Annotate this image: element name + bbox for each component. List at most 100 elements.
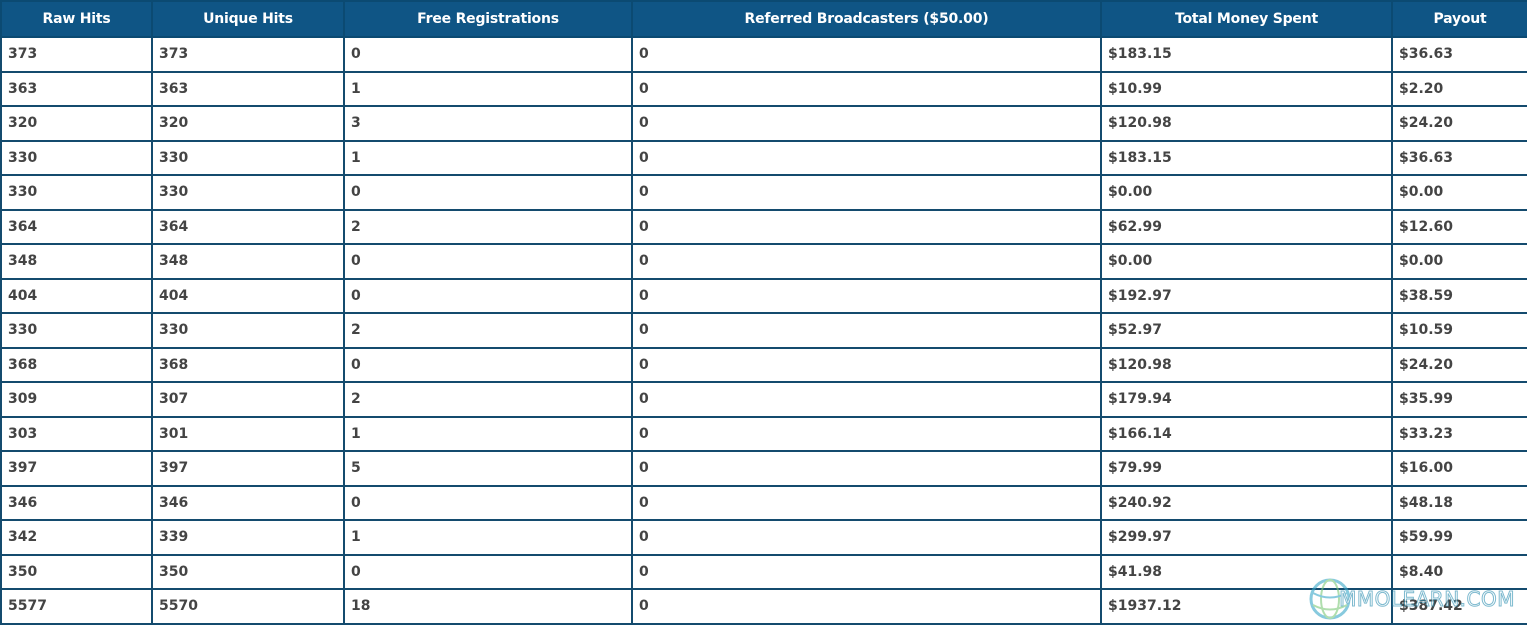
cell-unique-hits: 346 [151, 484, 345, 521]
table-row: 373 373 0 0 $183.15 $36.63 [0, 36, 1527, 73]
cell-raw-hits: 363 [0, 70, 153, 107]
cell-total-money-spent: $10.99 [1100, 70, 1393, 107]
cell-raw-hits: 397 [0, 450, 153, 487]
cell-referred-broadcasters: 0 [631, 450, 1102, 487]
cell-payout: $16.00 [1391, 450, 1527, 487]
cell-total-money-spent: $79.99 [1100, 450, 1393, 487]
cell-raw-hits: 330 [0, 174, 153, 211]
cell-total-money-spent: $0.00 [1100, 243, 1393, 280]
table-row: 330 330 1 0 $183.15 $36.63 [0, 139, 1527, 176]
cell-raw-hits: 330 [0, 139, 153, 176]
cell-raw-hits: 342 [0, 519, 153, 556]
cell-referred-broadcasters: 0 [631, 519, 1102, 556]
cell-unique-hits: 307 [151, 381, 345, 418]
cell-raw-hits: 346 [0, 484, 153, 521]
cell-raw-hits: 348 [0, 243, 153, 280]
cell-total-money-spent: $183.15 [1100, 139, 1393, 176]
cell-referred-broadcasters: 0 [631, 277, 1102, 314]
table-row: 348 348 0 0 $0.00 $0.00 [0, 243, 1527, 280]
table-row: 404 404 0 0 $192.97 $38.59 [0, 277, 1527, 314]
cell-unique-hits: 348 [151, 243, 345, 280]
table-row: 309 307 2 0 $179.94 $35.99 [0, 381, 1527, 418]
table-row: 342 339 1 0 $299.97 $59.99 [0, 519, 1527, 556]
cell-free-registrations: 0 [343, 174, 633, 211]
cell-free-registrations: 1 [343, 415, 633, 452]
table-row: 364 364 2 0 $62.99 $12.60 [0, 208, 1527, 245]
cell-raw-hits: 373 [0, 36, 153, 73]
cell-total-money-spent: $62.99 [1100, 208, 1393, 245]
table-row: 350 350 0 0 $41.98 $8.40 [0, 553, 1527, 590]
cell-unique-hits: 404 [151, 277, 345, 314]
cell-free-registrations: 0 [343, 553, 633, 590]
cell-total-money-spent: $52.97 [1100, 312, 1393, 349]
cell-unique-hits: 363 [151, 70, 345, 107]
cell-unique-hits: 301 [151, 415, 345, 452]
cell-total-money-spent: $0.00 [1100, 174, 1393, 211]
table-row: 363 363 1 0 $10.99 $2.20 [0, 70, 1527, 107]
cell-referred-broadcasters: 0 [631, 381, 1102, 418]
cell-payout: $24.20 [1391, 105, 1527, 142]
cell-unique-hits: 330 [151, 174, 345, 211]
table-row: 320 320 3 0 $120.98 $24.20 [0, 105, 1527, 142]
cell-unique-hits: 350 [151, 553, 345, 590]
cell-total-money-spent: $192.97 [1100, 277, 1393, 314]
cell-free-registrations: 2 [343, 208, 633, 245]
watermark-text: MMOLEARN.COM [1339, 587, 1515, 612]
cell-referred-broadcasters: 0 [631, 70, 1102, 107]
cell-payout: $0.00 [1391, 243, 1527, 280]
cell-raw-hits: 350 [0, 553, 153, 590]
cell-unique-hits: 364 [151, 208, 345, 245]
cell-free-registrations: 1 [343, 519, 633, 556]
cell-free-registrations: 0 [343, 346, 633, 383]
cell-unique-hits: 320 [151, 105, 345, 142]
cell-unique-hits: 5570 [151, 588, 345, 625]
table-row: 330 330 2 0 $52.97 $10.59 [0, 312, 1527, 349]
cell-payout: $33.23 [1391, 415, 1527, 452]
cell-referred-broadcasters: 0 [631, 484, 1102, 521]
header-row: Raw Hits Unique Hits Free Registrations … [0, 0, 1527, 38]
cell-raw-hits: 404 [0, 277, 153, 314]
cell-unique-hits: 368 [151, 346, 345, 383]
cell-payout: $36.63 [1391, 139, 1527, 176]
cell-unique-hits: 330 [151, 312, 345, 349]
cell-free-registrations: 2 [343, 381, 633, 418]
cell-free-registrations: 0 [343, 36, 633, 73]
cell-raw-hits: 330 [0, 312, 153, 349]
watermark: MMOLEARN.COM [1307, 576, 1515, 622]
cell-total-money-spent: $120.98 [1100, 105, 1393, 142]
cell-total-money-spent: $179.94 [1100, 381, 1393, 418]
cell-referred-broadcasters: 0 [631, 415, 1102, 452]
stats-page: Raw Hits Unique Hits Free Registrations … [0, 0, 1527, 626]
cell-total-money-spent: $166.14 [1100, 415, 1393, 452]
cell-referred-broadcasters: 0 [631, 174, 1102, 211]
table-header: Raw Hits Unique Hits Free Registrations … [0, 0, 1527, 38]
cell-free-registrations: 0 [343, 277, 633, 314]
cell-payout: $35.99 [1391, 381, 1527, 418]
cell-total-money-spent: $299.97 [1100, 519, 1393, 556]
table-body: 373 373 0 0 $183.15 $36.63 363 363 1 0 $10.99 $2.20… [0, 36, 1527, 625]
col-header-referred-broadcasters: Referred Broadcasters ($50.00) [631, 0, 1102, 38]
cell-payout: $10.59 [1391, 312, 1527, 349]
cell-unique-hits: 330 [151, 139, 345, 176]
cell-free-registrations: 1 [343, 139, 633, 176]
cell-total-money-spent: $240.92 [1100, 484, 1393, 521]
cell-raw-hits: 368 [0, 346, 153, 383]
col-header-payout: Payout [1391, 0, 1527, 38]
table-row: 330 330 0 0 $0.00 $0.00 [0, 174, 1527, 211]
cell-total-money-spent: $120.98 [1100, 346, 1393, 383]
cell-referred-broadcasters: 0 [631, 243, 1102, 280]
cell-payout: $48.18 [1391, 484, 1527, 521]
totals-row: 5577 5570 18 0 $1937.12 $387.42 [0, 588, 1527, 625]
cell-payout: $59.99 [1391, 519, 1527, 556]
cell-free-registrations: 5 [343, 450, 633, 487]
cell-payout: $0.00 [1391, 174, 1527, 211]
cell-payout: $36.63 [1391, 36, 1527, 73]
table-row: 368 368 0 0 $120.98 $24.20 [0, 346, 1527, 383]
cell-unique-hits: 339 [151, 519, 345, 556]
col-header-free-registrations: Free Registrations [343, 0, 633, 38]
cell-referred-broadcasters: 0 [631, 312, 1102, 349]
cell-referred-broadcasters: 0 [631, 208, 1102, 245]
cell-payout: $12.60 [1391, 208, 1527, 245]
cell-referred-broadcasters: 0 [631, 36, 1102, 73]
cell-referred-broadcasters: 0 [631, 588, 1102, 625]
